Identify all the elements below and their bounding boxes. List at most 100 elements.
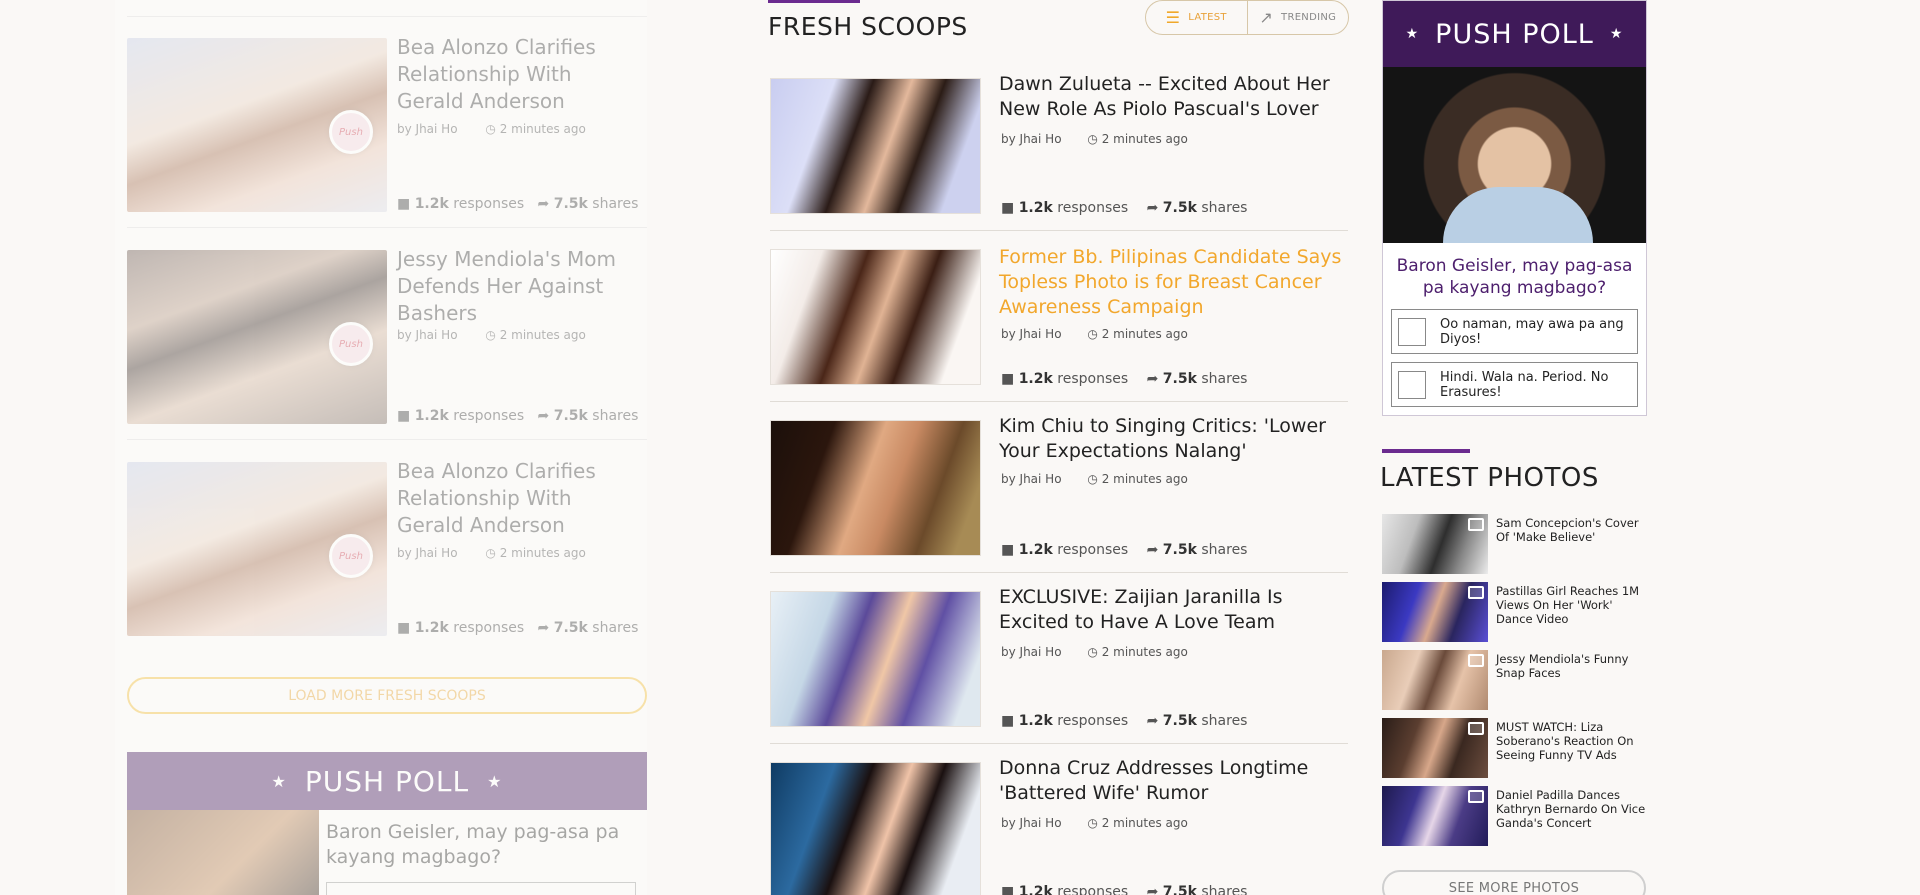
poll-title: PUSH POLL xyxy=(304,764,470,798)
article-stats: ■ 1.2k responses ➦ 7.5k shares xyxy=(397,408,638,424)
article-stats: ■ 1.2k responses ➦ 7.5k shares xyxy=(1001,200,1247,216)
timestamp-text: 2 minutes ago xyxy=(1101,816,1188,830)
comment-icon: ■ xyxy=(1001,542,1015,558)
shares-count: 7.5k xyxy=(553,620,588,636)
heading-accent-bar xyxy=(1382,449,1470,453)
load-more-button[interactable]: LOAD MORE FRESH SCOOPS xyxy=(127,677,647,714)
poll-option[interactable]: Oo naman, may awa pa ang Diyos! xyxy=(1391,309,1638,354)
photo-item[interactable]: MUST WATCH: Liza Soberano's Reaction On … xyxy=(1382,718,1650,778)
heading-accent-bar xyxy=(768,0,860,3)
author: by Jhai Ho xyxy=(1001,816,1062,830)
share-arrow-icon: ➦ xyxy=(537,408,550,424)
responses-count: 1.2k xyxy=(414,196,449,212)
comment-icon: ■ xyxy=(1001,884,1015,895)
article-thumbnail[interactable] xyxy=(770,591,981,727)
clock-icon: ◷ xyxy=(1087,645,1098,659)
photo-thumbnail[interactable] xyxy=(1382,786,1488,846)
photo-caption[interactable]: Daniel Padilla Dances Kathryn Bernardo O… xyxy=(1496,788,1646,830)
shares-label: shares xyxy=(1201,200,1248,216)
photo-thumbnail[interactable] xyxy=(1382,650,1488,710)
shares-count: 7.5k xyxy=(1162,713,1197,729)
star-icon: ★ xyxy=(1405,26,1420,42)
author: by Jhai Ho xyxy=(397,328,458,342)
article-meta: by Jhai Ho ◷ 2 minutes ago xyxy=(1001,132,1188,146)
photo-caption[interactable]: Jessy Mendiola's Funny Snap Faces xyxy=(1496,652,1646,680)
photo-thumbnail[interactable] xyxy=(1382,718,1488,778)
responses-label: responses xyxy=(453,620,525,636)
article-title[interactable]: Jessy Mendiola's Mom Defends Her Against… xyxy=(397,246,637,327)
responses-count: 1.2k xyxy=(1018,200,1053,216)
clock-icon: ◷ xyxy=(1087,472,1098,486)
list-item[interactable]: Kim Chiu to Singing Critics: 'Lower Your… xyxy=(770,415,1348,590)
photo-caption[interactable]: Sam Concepcion's Cover Of 'Make Believe' xyxy=(1496,516,1646,544)
poll-image xyxy=(1383,67,1646,243)
article-thumbnail[interactable]: Push xyxy=(127,38,387,212)
checkbox[interactable] xyxy=(1398,317,1426,346)
timestamp-text: 2 minutes ago xyxy=(1101,472,1188,486)
poll-option[interactable] xyxy=(326,882,636,895)
responses-count: 1.2k xyxy=(1018,371,1053,387)
photo-thumbnail[interactable] xyxy=(1382,582,1488,642)
photo-item[interactable]: Daniel Padilla Dances Kathryn Bernardo O… xyxy=(1382,786,1650,846)
comment-icon: ■ xyxy=(397,196,411,212)
article-title[interactable]: Bea Alonzo Clarifies Relationship With G… xyxy=(397,458,637,539)
trending-button[interactable]: ↗ TRENDING xyxy=(1248,1,1349,34)
photo-caption[interactable]: MUST WATCH: Liza Soberano's Reaction On … xyxy=(1496,720,1646,762)
article-title[interactable]: Donna Cruz Addresses Longtime 'Battered … xyxy=(999,756,1349,806)
list-item[interactable]: Former Bb. Pilipinas Candidate Says Topl… xyxy=(770,246,1348,419)
see-more-photos-button[interactable]: SEE MORE PHOTOS xyxy=(1382,870,1646,895)
responses-count: 1.2k xyxy=(1018,542,1053,558)
photo-item[interactable]: Sam Concepcion's Cover Of 'Make Believe' xyxy=(1382,514,1650,574)
shares-count: 7.5k xyxy=(1162,371,1197,387)
article-title[interactable]: Bea Alonzo Clarifies Relationship With G… xyxy=(397,34,637,115)
responses-label: responses xyxy=(1057,884,1129,895)
checkbox[interactable] xyxy=(1398,370,1426,399)
push-badge-icon: Push xyxy=(329,534,373,578)
latest-button[interactable]: ☰ LATEST xyxy=(1146,1,1248,34)
list-item[interactable]: Push Jessy Mendiola's Mom Defends Her Ag… xyxy=(127,228,647,440)
article-title[interactable]: Kim Chiu to Singing Critics: 'Lower Your… xyxy=(999,414,1349,464)
responses-label: responses xyxy=(453,408,525,424)
article-thumbnail[interactable]: Push xyxy=(127,462,387,636)
photo-item[interactable]: Pastillas Girl Reaches 1M Views On Her '… xyxy=(1382,582,1650,642)
list-lines-icon: ☰ xyxy=(1165,8,1181,27)
article-thumbnail[interactable] xyxy=(770,249,981,385)
timestamp: ◷ 2 minutes ago xyxy=(485,546,585,560)
photo-thumbnail[interactable] xyxy=(1382,514,1488,574)
article-thumbnail[interactable]: Push xyxy=(127,250,387,424)
push-poll-widget: ★ PUSH POLL ★ Baron Geisler, may pag-asa… xyxy=(1382,0,1647,416)
article-thumbnail[interactable] xyxy=(770,762,981,895)
list-item[interactable]: EXCLUSIVE: Zaijian Jaranilla Is Excited … xyxy=(770,586,1348,761)
photo-item[interactable]: Jessy Mendiola's Funny Snap Faces xyxy=(1382,650,1650,710)
article-title[interactable]: EXCLUSIVE: Zaijian Jaranilla Is Excited … xyxy=(999,585,1349,635)
list-item[interactable]: Dawn Zulueta -- Excited About Her New Ro… xyxy=(770,73,1348,248)
timestamp: ◷ 2 minutes ago xyxy=(1087,327,1187,341)
share-arrow-icon: ➦ xyxy=(1146,713,1159,729)
section-title: LATEST PHOTOS xyxy=(1380,463,1599,493)
list-item[interactable]: Push Bea Alonzo Clarifies Relationship W… xyxy=(127,440,647,652)
article-thumbnail[interactable] xyxy=(770,78,981,214)
timestamp-text: 2 minutes ago xyxy=(1101,645,1188,659)
author: by Jhai Ho xyxy=(1001,645,1062,659)
poll-option[interactable]: Hindi. Wala na. Period. No Erasures! xyxy=(1391,362,1638,407)
gallery-icon xyxy=(1468,654,1484,667)
responses-count: 1.2k xyxy=(414,408,449,424)
sort-toggle: ☰ LATEST ↗ TRENDING xyxy=(1145,0,1349,35)
article-meta: by Jhai Ho ◷ 2 minutes ago xyxy=(1001,816,1188,830)
clock-icon: ◷ xyxy=(1087,816,1098,830)
comment-icon: ■ xyxy=(397,408,411,424)
list-item[interactable]: Donna Cruz Addresses Longtime 'Battered … xyxy=(770,757,1348,895)
article-title[interactable]: Former Bb. Pilipinas Candidate Says Topl… xyxy=(999,245,1349,320)
divider xyxy=(770,743,1348,744)
share-arrow-icon: ➦ xyxy=(537,620,550,636)
section-title: FRESH SCOOPS xyxy=(768,12,968,41)
share-arrow-icon: ➦ xyxy=(1146,200,1159,216)
list-item[interactable]: Push Bea Alonzo Clarifies Relationship W… xyxy=(127,16,647,228)
divider xyxy=(770,572,1348,573)
photo-caption[interactable]: Pastillas Girl Reaches 1M Views On Her '… xyxy=(1496,584,1646,626)
article-thumbnail[interactable] xyxy=(770,420,981,556)
responses-label: responses xyxy=(1057,371,1129,387)
timestamp-text: 2 minutes ago xyxy=(499,328,586,342)
poll-option-label: Oo naman, may awa pa ang Diyos! xyxy=(1440,316,1624,347)
article-title[interactable]: Dawn Zulueta -- Excited About Her New Ro… xyxy=(999,72,1349,122)
